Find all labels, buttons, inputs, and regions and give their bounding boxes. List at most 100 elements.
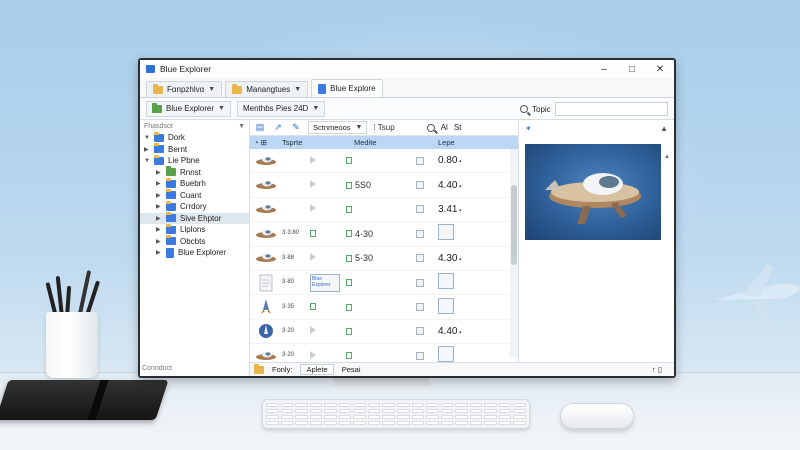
file-thumbnail [250, 154, 282, 168]
file-type-cell: 0.80 ▪ [438, 155, 498, 166]
play-icon [310, 326, 316, 335]
tree-item-label: Llplons [180, 225, 206, 235]
chevron-down-icon[interactable]: ▼ [238, 123, 245, 130]
breadcrumb-label: Menthbs Pies 24D [242, 104, 309, 113]
st-label[interactable]: St [454, 123, 462, 132]
maximize-button[interactable]: □ [618, 60, 646, 78]
file-modified [346, 352, 402, 360]
expand-right-icon[interactable]: ▶ [156, 169, 162, 176]
column-name[interactable]: Tsprte [282, 138, 346, 147]
az-sort-label[interactable]: Al [441, 123, 448, 132]
keyboard-key [484, 421, 497, 425]
tree-item[interactable]: ▶ Crrdory [140, 200, 249, 213]
file-checkbox[interactable] [416, 181, 424, 190]
file-checkbox[interactable] [416, 156, 424, 165]
file-meta: 3·20 [282, 327, 295, 334]
file-type-marker-icon: ▪ [457, 207, 462, 214]
layout-icon[interactable]: ▤ [254, 121, 266, 134]
expand-right-icon[interactable]: ▶ [144, 146, 150, 153]
keyboard-key [498, 421, 512, 425]
breadcrumb-root[interactable]: Blue Explorer ▼ [146, 100, 231, 117]
nav-footer: Conndoct [142, 365, 172, 372]
status-bar: Fonly: Aplete Pesai ↑ ▯ [250, 362, 674, 376]
file-checkbox[interactable] [416, 229, 424, 238]
file-checkbox[interactable] [416, 278, 424, 287]
minimize-button[interactable]: – [590, 60, 618, 78]
keyboard-key [309, 421, 323, 425]
keyboard-key [469, 421, 483, 425]
file-row[interactable]: 3·80 Blue Explorer [250, 271, 518, 296]
chevron-down-icon: ▼ [218, 105, 225, 112]
column-type[interactable]: Lepe [438, 138, 498, 147]
file-checkbox[interactable] [416, 254, 424, 263]
chevron-up-icon[interactable]: ▲ [660, 124, 668, 133]
file-checkbox[interactable] [416, 327, 424, 336]
keyboard-key [353, 409, 366, 413]
edit-icon[interactable]: ✎ [290, 121, 302, 134]
expand-right-icon[interactable]: ▶ [156, 215, 162, 222]
tree-item-label: Obcbts [180, 236, 206, 246]
view-label[interactable]: ⁞ Tsup [373, 123, 394, 132]
file-row[interactable]: 3·35 [250, 295, 518, 320]
status-button[interactable]: Aplete [300, 364, 334, 375]
tree-item[interactable]: ▶ Rnnst [140, 166, 249, 179]
keyboard-key [484, 409, 497, 413]
chevron-down-icon: ▼ [355, 124, 363, 131]
file-type-cell [438, 273, 498, 292]
file-checkbox[interactable] [416, 351, 424, 360]
expand-right-icon[interactable]: ▶ [156, 180, 162, 187]
expand-down-icon[interactable]: ▼ [144, 135, 150, 141]
file-checkbox[interactable] [416, 205, 424, 214]
keyboard-key [396, 409, 410, 413]
breadcrumb-sub[interactable]: Menthbs Pies 24D ▼ [236, 100, 326, 117]
filter-search-icon[interactable] [426, 123, 435, 132]
column-modified[interactable]: Medite [346, 138, 402, 147]
file-type-value: 4.40 [438, 325, 458, 337]
vertical-scrollbar[interactable] [510, 149, 518, 358]
close-button[interactable]: ✕ [646, 60, 674, 78]
tree-item[interactable]: ▼ Dork [140, 131, 249, 144]
keyboard-key [338, 415, 352, 419]
tree-item[interactable]: ▼ Lie Pbne [140, 154, 249, 167]
up-arrow-icon[interactable]: ↑ ▯ [652, 365, 662, 374]
tree-item[interactable]: ▶ Llplons [140, 223, 249, 236]
tree-item[interactable]: ▶ Cuant [140, 189, 249, 202]
file-row[interactable]: 0.80 ▪ [250, 149, 518, 174]
expand-right-icon[interactable]: ▶ [156, 238, 162, 245]
expand-right-icon[interactable]: ▶ [156, 249, 162, 256]
sort-dropdown[interactable]: Sctnmeoos ▼ [308, 121, 368, 134]
tab-3[interactable]: Blue Explore [311, 79, 383, 97]
file-modified [346, 327, 402, 335]
file-row[interactable]: 5S0 4.40 ▪ [250, 173, 518, 198]
tree-item[interactable]: ▶ Bernt [140, 143, 249, 156]
tab-1[interactable]: Fαnpzhlvα ▼ [146, 81, 223, 97]
folder-icon [166, 235, 176, 246]
keyboard-key [440, 409, 454, 413]
tab-2[interactable]: Manangtues ▼ [225, 81, 309, 97]
file-row[interactable]: 3.41 ▪ [250, 198, 518, 223]
file-row[interactable]: 3·3:80 4·30 [250, 222, 518, 247]
tree-item[interactable]: ▶ Sive Ehptor [140, 212, 249, 224]
placeholder-thumbnail [438, 346, 454, 363]
file-pane: ▤ ⇗ ✎ Sctnmeoos ▼ ⁞ Tsup Al St ◔ ⊞ Tsprt… [250, 120, 518, 376]
tree-item[interactable]: ▶ Obcbts [140, 235, 249, 248]
expand-right-icon[interactable]: ▶ [156, 226, 162, 233]
file-meta: 3·3:80 [282, 230, 300, 237]
scroll-up-icon[interactable]: ▲ [664, 154, 670, 160]
tree-item[interactable]: ▶ Buebrh [140, 177, 249, 190]
file-row[interactable]: 3·88 5·30 4.30 ▪ [250, 247, 518, 271]
file-row[interactable]: 3·20 4.40 ▪ [250, 320, 518, 345]
share-icon[interactable]: ⇗ [272, 121, 284, 134]
pin-icon[interactable]: ✶ [525, 124, 532, 133]
file-type-icon [346, 254, 352, 262]
expand-right-icon[interactable]: ▶ [156, 192, 162, 199]
tree-item[interactable]: ▶ Blue Explorer [140, 247, 249, 259]
file-checkbox-cell [402, 351, 438, 360]
file-extra-column [310, 229, 346, 239]
preview-toolbar: ✶ ▲ [519, 120, 674, 136]
search-input[interactable] [554, 102, 668, 116]
file-checkbox[interactable] [416, 303, 424, 312]
keyboard-key [367, 421, 381, 425]
expand-right-icon[interactable]: ▶ [156, 203, 162, 210]
expand-down-icon[interactable]: ▼ [144, 158, 150, 164]
